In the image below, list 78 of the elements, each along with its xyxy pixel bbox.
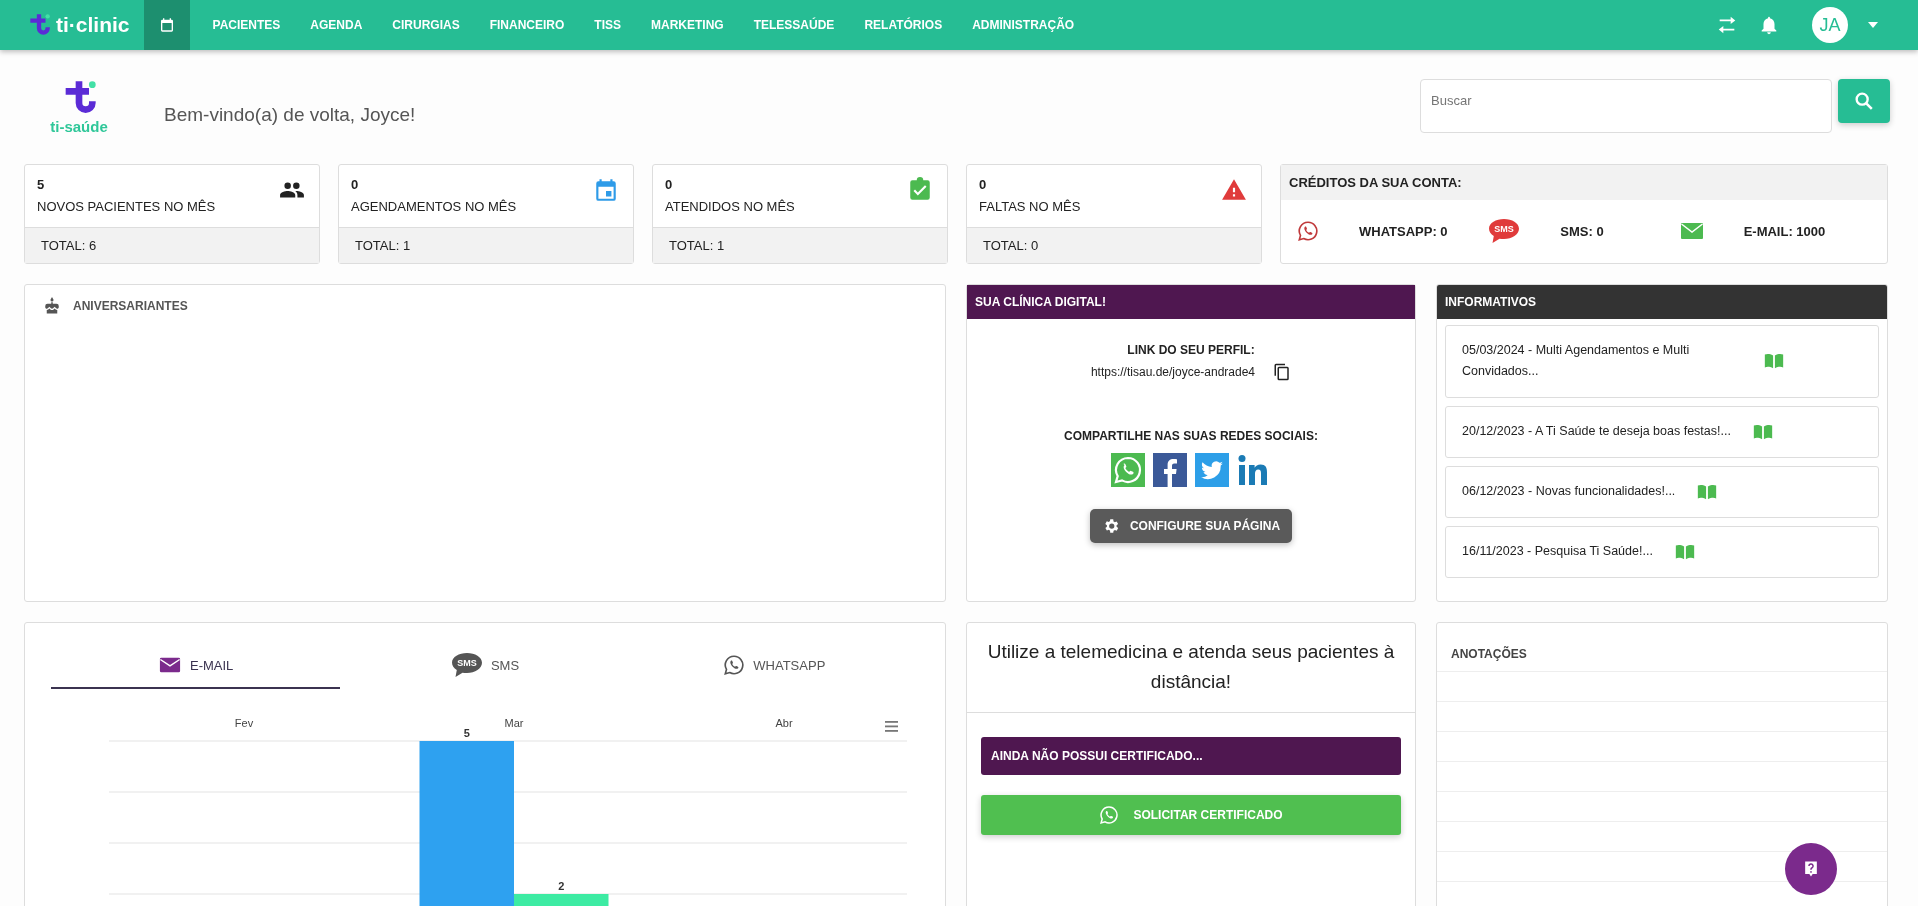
sms-bubble-icon: SMS xyxy=(450,652,483,678)
news-item[interactable]: 20/12/2023 - A Ti Saúde te deseja boas festas!... xyxy=(1445,405,1879,458)
stat-value: 5 xyxy=(37,177,46,192)
calendar-icon xyxy=(593,177,619,203)
whatsapp-icon xyxy=(1297,220,1319,242)
news-title: 06/12/2023 - Novas funcionalidades!... xyxy=(1462,482,1676,500)
logo-text: ti-saúde xyxy=(50,117,108,135)
request-certificate-button[interactable]: SOLICITAR CERTIFICADO xyxy=(981,794,1401,835)
nav-menu-item[interactable]: AGENDA xyxy=(295,0,378,50)
search-button[interactable] xyxy=(1838,79,1890,123)
telemedicine-message: Utilize a telemedicina e atenda seus pacientes à distância! xyxy=(967,623,1415,713)
whatsapp-icon xyxy=(723,654,746,676)
stat-label: ATENDIDOS NO MÊS xyxy=(665,199,795,214)
caret-icon[interactable] xyxy=(1868,22,1878,28)
credit-label: E-MAIL: 1000 xyxy=(1743,223,1826,239)
card-title: ANIVERSARIANTES xyxy=(73,299,188,313)
category-label: Abr xyxy=(775,717,793,729)
credits-title: CRÉDITOS DA SUA CONTA: xyxy=(1281,165,1887,200)
cake-icon xyxy=(43,297,61,315)
whatsapp-icon xyxy=(1099,804,1120,825)
channel-tab[interactable]: WHATSAPP xyxy=(629,643,919,689)
stat-value: 0 xyxy=(665,177,674,192)
news-item[interactable]: 06/12/2023 - Novas funcionalidades!... xyxy=(1445,465,1879,518)
nav-menu-item[interactable]: FINANCEIRO xyxy=(474,0,580,50)
user-avatar[interactable]: JA xyxy=(1812,7,1848,43)
news-item[interactable]: 05/03/2024 - Multi Agendamentos e Multi Convidados... xyxy=(1445,325,1879,398)
nav-menu-item[interactable]: CIRURGIAS xyxy=(377,0,475,50)
news-title: 05/03/2024 - Multi Agendamentos e Multi Convidados... xyxy=(1462,342,1691,381)
sms-bubble-icon: SMS xyxy=(1488,218,1521,244)
stat-label: AGENDAMENTOS NO MÊS xyxy=(351,199,517,214)
menu-icon[interactable] xyxy=(885,721,898,732)
channel-tab[interactable]: SMS SMS xyxy=(340,643,630,689)
clipboard-check-icon xyxy=(907,177,933,203)
stat-total: TOTAL: 1 xyxy=(653,227,947,263)
certificate-notice: AINDA NÃO POSSUI CERTIFICADO... xyxy=(981,736,1401,775)
channel-tab[interactable]: E-MAIL xyxy=(51,643,341,689)
card-header: SUA CLÍNICA DIGITAL! xyxy=(967,285,1415,319)
category-label: Fev xyxy=(234,717,254,729)
nav-menu-item[interactable]: MARKETING xyxy=(636,0,739,50)
nav-menu-item[interactable]: TISS xyxy=(579,0,636,50)
link-label: LINK DO SEU PERFIL: xyxy=(1127,343,1255,357)
stat-label: FALTAS NO MÊS xyxy=(979,199,1081,214)
bar-value-label: 2 xyxy=(558,880,565,892)
swap-arrows-icon[interactable] xyxy=(1716,14,1738,36)
copy-icon[interactable] xyxy=(1273,363,1292,381)
card-header: INFORMATIVOS xyxy=(1437,285,1887,319)
stat-label: NOVOS PACIENTES NO MÊS xyxy=(37,199,216,214)
search-field[interactable]: Buscar xyxy=(1420,79,1832,133)
share-label: COMPARTILHE NAS SUAS REDES SOCIAIS: xyxy=(1064,429,1318,443)
search-icon xyxy=(1853,90,1875,112)
credit-label: SMS: 0 xyxy=(1560,223,1604,239)
calendar-nav-button[interactable] xyxy=(143,0,190,50)
news-item[interactable]: 16/11/2023 - Pesquisa Ti Saúde!... xyxy=(1445,525,1879,578)
credit-label: WHATSAPP: 0 xyxy=(1359,223,1448,239)
stat-total: TOTAL: 0 xyxy=(967,227,1261,263)
category-label: Mar xyxy=(504,717,524,729)
warning-icon xyxy=(1221,177,1247,203)
facebook-icon[interactable] xyxy=(1153,453,1187,487)
card-title: ANOTAÇÕES xyxy=(1437,623,1887,672)
nav-menu-item[interactable]: PACIENTES xyxy=(197,0,296,50)
profile-link[interactable]: https://tisau.de/joyce-andrade4 xyxy=(1090,365,1256,379)
news-title: 20/12/2023 - A Ti Saúde te deseja boas festas!... xyxy=(1462,422,1731,440)
whatsapp-icon[interactable] xyxy=(1111,453,1145,487)
welcome-message: Bem-vindo(a) de volta, Joyce! xyxy=(164,104,416,126)
brand-name: ti·clinic xyxy=(56,13,130,37)
stat-value: 0 xyxy=(351,177,360,192)
bird-icon[interactable] xyxy=(1195,453,1229,487)
nav-menu-item[interactable]: RELATÓRIOS xyxy=(849,0,958,50)
stat-total: TOTAL: 1 xyxy=(339,227,633,263)
nav-menu-item[interactable]: ADMINISTRAÇÃO xyxy=(957,0,1090,50)
stat-total: TOTAL: 6 xyxy=(25,227,319,263)
news-title: 16/11/2023 - Pesquisa Ti Saúde!... xyxy=(1462,542,1653,560)
configure-page-button[interactable]: CONFIGURE SUA PÁGINA xyxy=(1089,509,1293,543)
bar-value-label: 5 xyxy=(463,727,470,739)
help-button[interactable] xyxy=(1785,843,1837,895)
calendar-icon xyxy=(158,17,175,33)
stat-value: 0 xyxy=(979,177,988,192)
nav-menu-item[interactable]: TELESSAÚDE xyxy=(738,0,850,50)
